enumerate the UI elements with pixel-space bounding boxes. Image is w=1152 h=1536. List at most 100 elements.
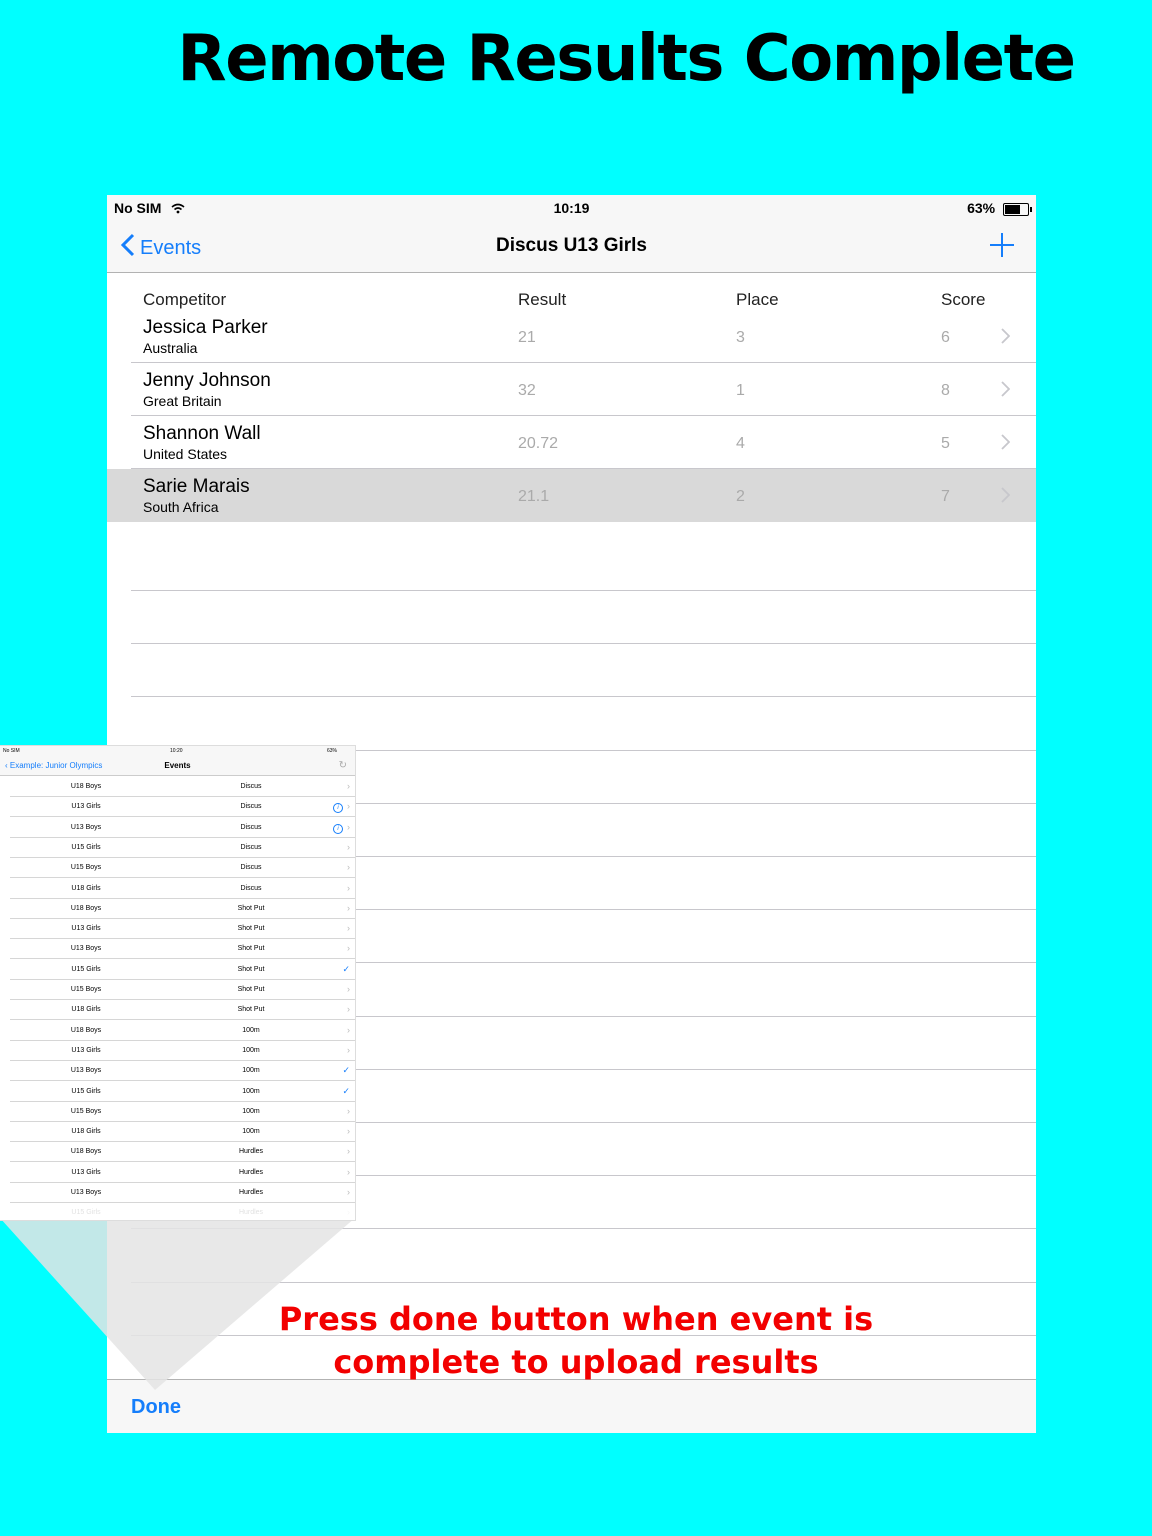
inset-event-label: Discus (240, 843, 262, 851)
inset-list-item[interactable]: U18 Girls 100m › (0, 1122, 355, 1143)
chevron-right-icon: › (347, 882, 350, 893)
inset-group-label: U15 Boys (70, 1107, 102, 1115)
result-value: 21.1 (518, 488, 550, 505)
inset-group-label: U13 Girls (71, 803, 101, 811)
inset-group-label: U13 Girls (71, 925, 101, 933)
inset-list-item[interactable]: U13 Boys Discus i › (0, 818, 355, 838)
inset-event-label: 100m (242, 1067, 260, 1075)
checkmark-icon: ✓ (342, 963, 350, 974)
inset-list-item[interactable]: U18 Girls Discus › (0, 879, 355, 899)
chevron-right-icon: › (347, 1126, 350, 1137)
battery-percent: 63% (967, 200, 996, 216)
score-value: 8 (941, 382, 950, 399)
competitor-name: Sarie Marais (143, 476, 250, 497)
inset-list-item[interactable]: U15 Boys Shot Put › (0, 980, 355, 1000)
empty-row-separator (131, 696, 1036, 698)
inset-group-label: U13 Girls (71, 1168, 101, 1176)
inset-event-label: Discus (240, 803, 262, 811)
info-icon[interactable]: i (333, 823, 343, 834)
inset-list-item[interactable]: U15 Girls Discus › (0, 838, 355, 858)
inset-list-item[interactable]: U13 Girls Discus i › (0, 797, 355, 818)
inset-list-item[interactable]: U15 Boys Discus › (0, 858, 355, 879)
chevron-right-icon: › (347, 1004, 350, 1015)
status-bar: No SIM 10:19 63% (107, 195, 1036, 221)
chevron-right-icon: › (347, 1024, 350, 1035)
inset-group-label: U13 Boys (70, 1067, 102, 1075)
inset-event-label: Hurdles (238, 1209, 264, 1217)
inset-group-label: U13 Girls (71, 1046, 101, 1054)
competitor-country: Great Britain (143, 393, 222, 409)
inset-list-item[interactable]: U13 Boys 100m ✓ (0, 1061, 355, 1082)
inset-list-item[interactable]: U13 Girls Hurdles › (0, 1163, 355, 1183)
inset-event-label: Hurdles (238, 1189, 264, 1196)
chevron-right-icon: › (347, 1166, 350, 1177)
inset-list-item[interactable]: U18 Boys Hurdles › (0, 1142, 355, 1163)
inset-list-item[interactable]: U13 Boys Hurdles › (0, 1183, 355, 1203)
competitor-name: Jessica Parker (143, 317, 268, 338)
inset-group-label: U18 Girls (71, 1006, 101, 1014)
inset-list-item[interactable]: U15 Girls Hurdles › (0, 1203, 355, 1220)
done-button[interactable]: Done (131, 1396, 181, 1419)
chevron-right-icon: › (347, 902, 350, 913)
inset-list-item[interactable]: U18 Boys Discus › (0, 777, 355, 797)
table-row[interactable]: Sarie Marais South Africa 21.1 2 7 (107, 469, 1036, 522)
inset-events-screenshot: No SIM 10:20 63% ‹ Example: Junior Olymp… (0, 746, 355, 1220)
inset-group-label: U15 Girls (71, 965, 101, 973)
chevron-right-icon: › (347, 923, 350, 934)
inset-list-item[interactable]: U13 Girls Shot Put › (0, 919, 355, 940)
inset-list-item[interactable]: U18 Girls Shot Put › (0, 1000, 355, 1021)
inset-group-label: U18 Boys (70, 1026, 102, 1034)
inset-event-label: 100m (242, 1046, 260, 1054)
chevron-right-icon (1000, 328, 1011, 349)
competitor-name: Jenny Johnson (143, 370, 271, 391)
battery-icon (1003, 202, 1032, 216)
inset-list-item[interactable]: U15 Girls 100m ✓ (0, 1082, 355, 1102)
chevron-right-icon (1000, 434, 1011, 455)
inset-navigation-bar: ‹ Example: Junior Olympics Events ↻ (0, 756, 355, 776)
inset-list-item[interactable]: U18 Boys Shot Put › (0, 899, 355, 919)
competitor-country: Australia (143, 340, 198, 356)
inset-group-label: U13 Boys (70, 823, 102, 831)
inset-event-label: 100m (242, 1107, 260, 1115)
inset-list-item[interactable]: U15 Girls Shot Put ✓ (0, 960, 355, 980)
inset-event-label: 100m (242, 1026, 260, 1034)
info-icon[interactable]: i (333, 803, 343, 814)
instruction-line-2: complete to upload results (333, 1343, 819, 1381)
chevron-right-icon: › (347, 1207, 350, 1218)
inset-event-label: Shot Put (237, 1006, 265, 1014)
inset-event-label: Shot Put (237, 945, 265, 953)
table-row[interactable]: Jenny Johnson Great Britain 32 1 8 (107, 363, 1036, 416)
instruction-text: Press done button when event is complete… (0, 1298, 1152, 1384)
status-time: 10:19 (553, 200, 590, 216)
inset-event-label: Shot Put (237, 925, 265, 933)
inset-time: 10:20 (170, 748, 183, 754)
table-row[interactable]: Shannon Wall United States 20.72 4 5 (107, 416, 1036, 469)
chevron-right-icon: › (347, 781, 350, 791)
empty-row-separator (131, 643, 1036, 645)
inset-group-label: U13 Boys (70, 1189, 102, 1196)
inset-group-label: U15 Boys (70, 864, 102, 872)
chevron-right-icon: › (347, 841, 350, 852)
add-icon[interactable] (990, 233, 1014, 257)
chevron-right-icon: › (347, 1187, 350, 1197)
checkmark-icon: ✓ (342, 1085, 350, 1096)
result-value: 32 (518, 382, 536, 399)
chevron-right-icon: › (347, 943, 350, 954)
navigation-bar: Events Discus U13 Girls (107, 221, 1036, 273)
page-title: Discus U13 Girls (495, 235, 648, 256)
headline: Remote Results Complete (177, 22, 1076, 96)
inset-list-item[interactable]: U13 Boys Shot Put › (0, 939, 355, 960)
inset-group-label: U18 Girls (71, 1128, 101, 1136)
table-row[interactable]: Jessica Parker Australia 21 3 6 (107, 310, 1036, 363)
inset-list-item[interactable]: U13 Girls 100m › (0, 1041, 355, 1061)
empty-row-separator (131, 590, 1036, 591)
column-header-competitor: Competitor (143, 290, 227, 309)
chevron-right-icon: › (347, 1146, 350, 1157)
refresh-icon[interactable]: ↻ (339, 760, 347, 771)
result-value: 21 (518, 329, 536, 346)
chevron-right-icon: › (347, 984, 350, 994)
score-value: 7 (941, 488, 950, 505)
inset-event-label: Shot Put (237, 965, 265, 973)
inset-list-item[interactable]: U15 Boys 100m › (0, 1102, 355, 1122)
inset-list-item[interactable]: U18 Boys 100m › (0, 1021, 355, 1041)
